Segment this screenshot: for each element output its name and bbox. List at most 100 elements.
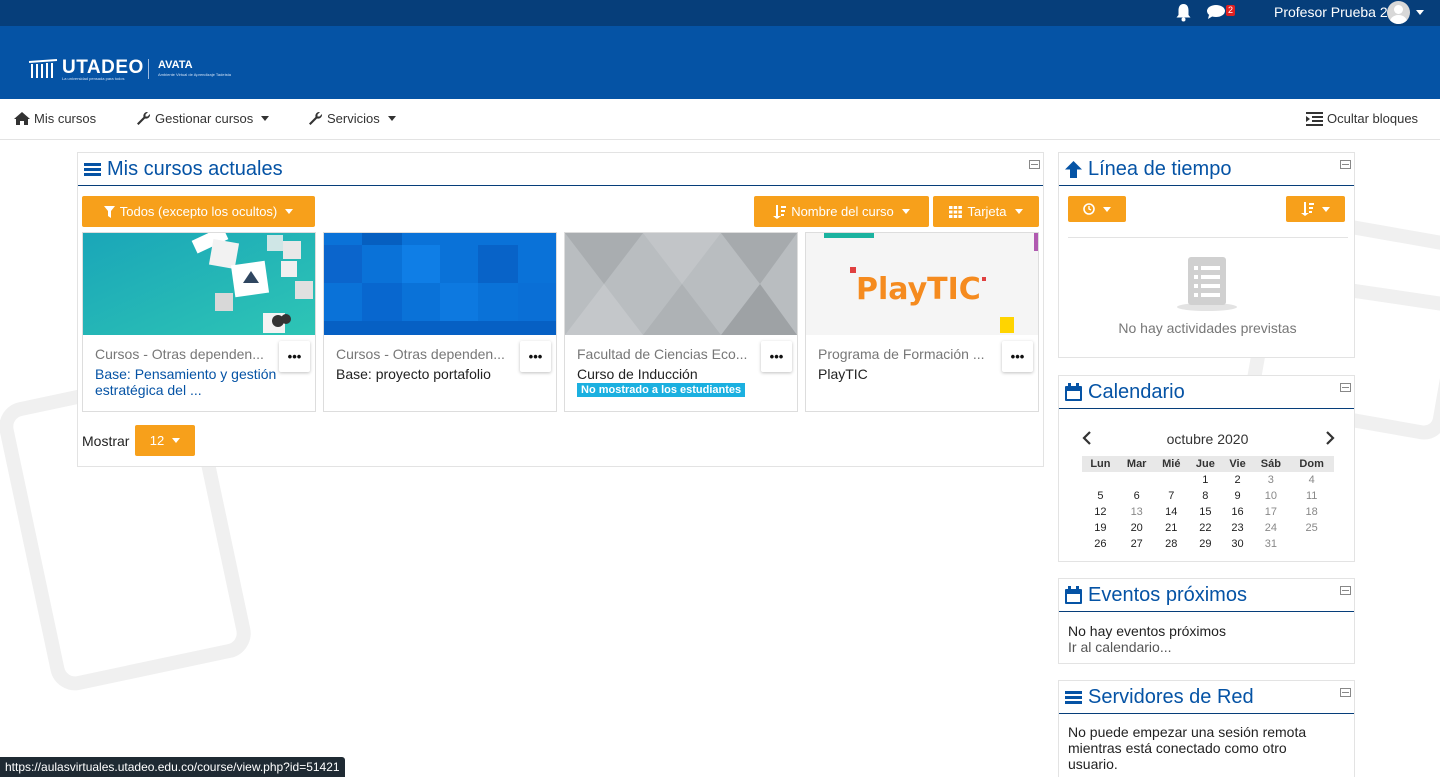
filter-label: Todos (excepto los ocultos) xyxy=(119,204,278,219)
wrench-icon xyxy=(137,111,151,125)
course-card[interactable]: PlayTIC Programa de Formación ... PlayTI… xyxy=(805,232,1039,412)
utadeo-logo-icon[interactable] xyxy=(27,58,59,80)
calendar-day[interactable]: 24 xyxy=(1252,520,1289,536)
chevron-right-icon[interactable] xyxy=(1325,431,1335,445)
course-name[interactable]: Base: proyecto portafolio xyxy=(336,366,526,382)
calendar-day[interactable]: 19 xyxy=(1082,520,1119,536)
hide-blocks-button[interactable]: Ocultar bloques xyxy=(1306,111,1418,126)
collapse-icon[interactable] xyxy=(1340,160,1351,169)
nav-services-label: Servicios xyxy=(327,111,380,126)
timeline-date-filter[interactable] xyxy=(1068,196,1126,222)
user-menu-caret-icon[interactable] xyxy=(1416,10,1424,15)
course-card[interactable]: Cursos - Otras dependen... Base: Pensami… xyxy=(82,232,316,412)
calendar-day[interactable]: 29 xyxy=(1188,536,1223,552)
chevron-down-icon xyxy=(1322,206,1330,212)
calendar-day[interactable]: 9 xyxy=(1223,488,1253,504)
calendar-day[interactable]: 18 xyxy=(1289,504,1334,520)
course-menu-button[interactable]: ••• xyxy=(279,341,310,372)
calendar-day[interactable]: 13 xyxy=(1119,504,1155,520)
calendar-day[interactable]: 27 xyxy=(1119,536,1155,552)
calendar-day[interactable]: 8 xyxy=(1188,488,1223,504)
calendar-day[interactable]: 1 xyxy=(1188,472,1223,488)
calendar-day[interactable] xyxy=(1119,472,1155,488)
collapse-icon[interactable] xyxy=(1340,586,1351,595)
sort-icon xyxy=(1301,202,1314,216)
filter-icon xyxy=(103,205,115,218)
weekday-header: Jue xyxy=(1188,456,1223,472)
nav-services[interactable]: Servicios xyxy=(308,111,396,126)
show-count-dropdown[interactable]: 12 xyxy=(135,425,195,456)
calendar-day[interactable]: 26 xyxy=(1082,536,1119,552)
calendar-day[interactable]: 14 xyxy=(1155,504,1188,520)
calendar-day[interactable]: 15 xyxy=(1188,504,1223,520)
sort-label: Nombre del curso xyxy=(791,204,894,219)
calendar-day[interactable]: 23 xyxy=(1223,520,1253,536)
calendar-day[interactable]: 28 xyxy=(1155,536,1188,552)
avatar[interactable] xyxy=(1387,1,1410,24)
nav-manage-courses-label: Gestionar cursos xyxy=(155,111,254,126)
calendar-week: 1 2 3 4 xyxy=(1082,472,1334,488)
go-to-calendar-link[interactable]: Ir al calendario... xyxy=(1068,639,1172,655)
calendar-icon xyxy=(1065,586,1082,604)
calendar-day[interactable]: 5 xyxy=(1082,488,1119,504)
course-name[interactable]: PlayTIC xyxy=(818,366,1008,382)
calendar-day[interactable]: 20 xyxy=(1119,520,1155,536)
chevron-down-icon xyxy=(261,116,270,121)
calendar-day[interactable]: 17 xyxy=(1252,504,1289,520)
collapse-icon[interactable] xyxy=(1340,383,1351,392)
course-menu-button[interactable]: ••• xyxy=(1002,341,1033,372)
timeline-sort[interactable] xyxy=(1286,196,1345,222)
calendar-day[interactable]: 30 xyxy=(1223,536,1253,552)
calendar-day[interactable] xyxy=(1082,472,1119,488)
my-courses-title-text: Mis cursos actuales xyxy=(107,157,283,180)
upcoming-events-title-text: Eventos próximos xyxy=(1088,583,1247,606)
nav-my-courses[interactable]: Mis cursos xyxy=(14,111,96,126)
nav-manage-courses[interactable]: Gestionar cursos xyxy=(136,111,270,126)
calendar-day[interactable]: 7 xyxy=(1155,488,1188,504)
calendar-day[interactable]: 2 xyxy=(1223,472,1253,488)
chevron-down-icon xyxy=(1014,209,1023,214)
calendar-day[interactable]: 16 xyxy=(1223,504,1253,520)
calendar-day[interactable]: 21 xyxy=(1155,520,1188,536)
course-card[interactable]: Facultad de Ciencias Eco... Curso de Ind… xyxy=(564,232,798,412)
calendar-title: Calendario xyxy=(1059,376,1354,409)
course-name[interactable]: Curso de Inducción xyxy=(577,366,767,382)
calendar-title-text: Calendario xyxy=(1088,380,1185,403)
chevron-down-icon xyxy=(172,438,181,443)
nav-bar: Mis cursos Gestionar cursos Servicios Oc… xyxy=(0,99,1440,140)
calendar-day[interactable] xyxy=(1289,536,1334,552)
calendar-day[interactable]: 10 xyxy=(1252,488,1289,504)
course-image[interactable]: PlayTIC xyxy=(806,233,1038,335)
collapse-icon[interactable] xyxy=(1029,160,1040,169)
network-servers-text: No puede empezar una sesión remota mient… xyxy=(1068,724,1307,772)
chat-icon[interactable] xyxy=(1206,4,1226,20)
filter-dropdown[interactable]: Todos (excepto los ocultos) xyxy=(82,196,315,227)
course-menu-button[interactable]: ••• xyxy=(761,341,792,372)
collapse-icon[interactable] xyxy=(1340,688,1351,697)
weekday-header: Vie xyxy=(1222,456,1253,472)
calendar-day[interactable]: 31 xyxy=(1252,536,1289,552)
my-courses-title: Mis cursos actuales xyxy=(78,153,1043,186)
playtic-logo: PlayTIC xyxy=(856,272,981,307)
course-menu-button[interactable]: ••• xyxy=(520,341,551,372)
bell-icon[interactable] xyxy=(1175,3,1192,22)
calendar-day[interactable]: 12 xyxy=(1082,504,1119,520)
calendar-day[interactable]: 6 xyxy=(1119,488,1155,504)
calendar-day[interactable]: 4 xyxy=(1289,472,1334,488)
view-dropdown[interactable]: Tarjeta xyxy=(933,196,1039,227)
calendar-day[interactable]: 11 xyxy=(1289,488,1334,504)
user-name[interactable]: Profesor Prueba 2 xyxy=(1274,4,1388,20)
calendar-day[interactable]: 22 xyxy=(1188,520,1223,536)
course-image[interactable] xyxy=(324,233,556,335)
sort-dropdown[interactable]: Nombre del curso xyxy=(754,196,929,227)
calendar-day[interactable]: 25 xyxy=(1289,520,1334,536)
course-image[interactable] xyxy=(565,233,797,335)
course-image[interactable] xyxy=(83,233,315,335)
course-name[interactable]: Base: Pensamiento y gestión estratégica … xyxy=(95,366,285,398)
calendar-day[interactable]: 3 xyxy=(1252,472,1289,488)
calendar-day[interactable] xyxy=(1155,472,1188,488)
list-icon xyxy=(84,162,101,176)
course-card[interactable]: Cursos - Otras dependen... Base: proyect… xyxy=(323,232,557,412)
chevron-down-icon xyxy=(387,116,396,121)
nav-my-courses-label: Mis cursos xyxy=(34,111,97,126)
